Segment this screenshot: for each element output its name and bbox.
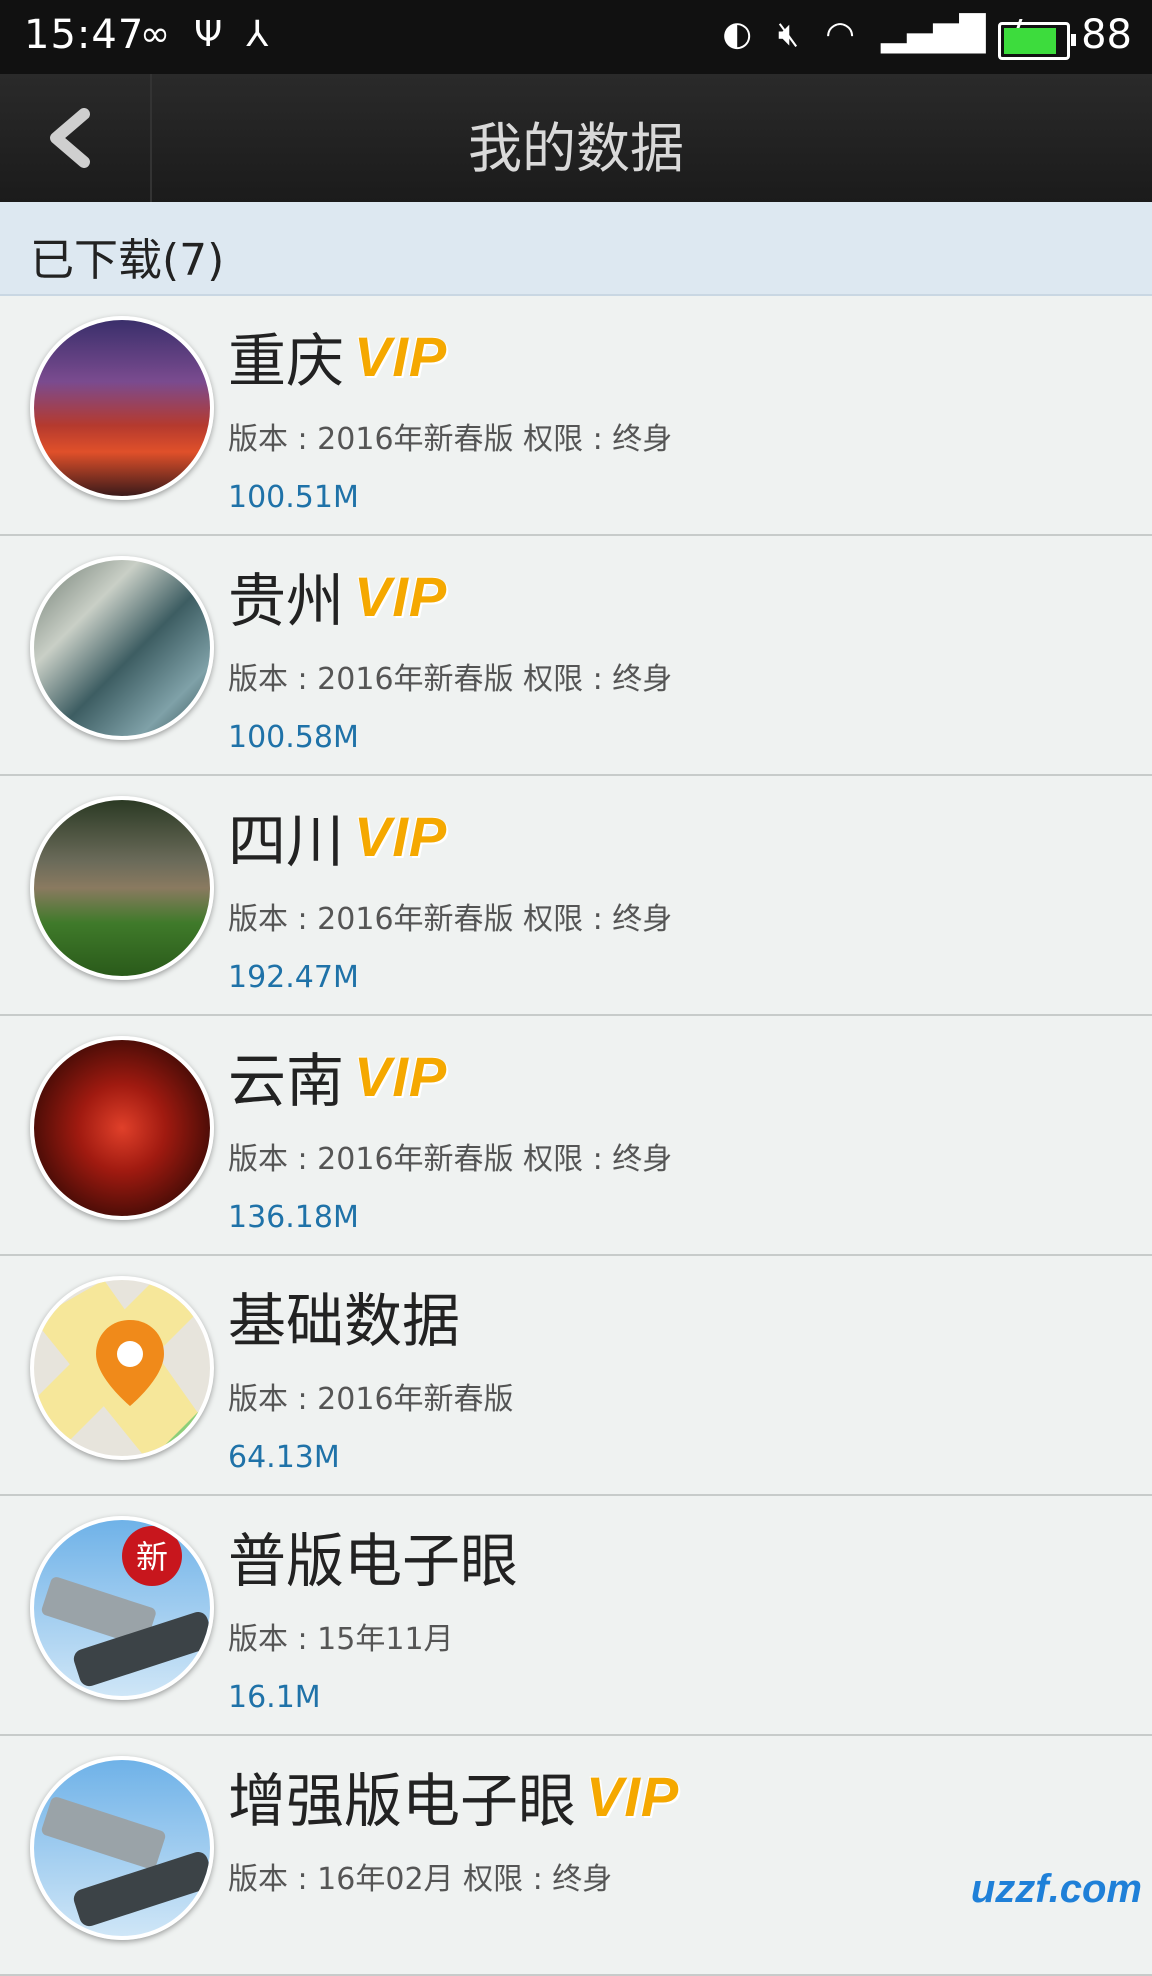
item-size: 136.18M xyxy=(228,1200,359,1235)
item-title: 四川 xyxy=(228,807,345,875)
item-title: 普版电子眼 xyxy=(228,1527,519,1595)
title-bar: 我的数据 xyxy=(0,74,1152,202)
item-meta: 版本 : 2016年新春版 权限 : 终身 xyxy=(228,1142,673,1177)
battery-level: 88 xyxy=(1081,12,1132,58)
list-item[interactable]: 新 普版电子眼 版本 : 15年11月 16.1M xyxy=(0,1496,1152,1736)
item-meta: 版本 : 2016年新春版 权限 : 终身 xyxy=(228,422,673,457)
list-item[interactable]: 四川 VIP 版本 : 2016年新春版 权限 : 终身 192.47M xyxy=(0,776,1152,1016)
list-item[interactable]: 贵州 VIP 版本 : 2016年新春版 权限 : 终身 100.58M xyxy=(0,536,1152,776)
item-title: 重庆 xyxy=(228,327,345,395)
watermark-logo: uzzf.com xyxy=(970,1867,1142,1911)
battery-icon xyxy=(998,22,1076,60)
thumbnail: 新 xyxy=(30,1516,214,1700)
infinity-icon: ∞ xyxy=(140,14,170,55)
item-meta: 版本 : 2016年新春版 权限 : 终身 xyxy=(228,902,673,937)
thumbnail xyxy=(30,1756,214,1940)
thumbnail xyxy=(30,1036,214,1220)
vip-badge: VIP xyxy=(354,564,448,628)
map-pin-icon xyxy=(34,1280,210,1456)
list-item[interactable]: 云南 VIP 版本 : 2016年新春版 权限 : 终身 136.18M xyxy=(0,1016,1152,1256)
item-size: 100.51M xyxy=(228,480,359,515)
item-title: 贵州 xyxy=(228,567,345,635)
new-badge: 新 xyxy=(136,1538,168,1576)
vip-badge: VIP xyxy=(354,1044,448,1108)
camera-icon: 新 xyxy=(41,1526,210,1687)
item-size: 192.47M xyxy=(228,960,359,995)
page-title: 我的数据 xyxy=(468,117,684,180)
vip-badge: VIP xyxy=(354,324,448,388)
thumbnail xyxy=(30,556,214,740)
downloaded-section-header: 已下载(7) xyxy=(0,202,1152,296)
wifi-icon: ◠ xyxy=(825,14,855,54)
thumbnail xyxy=(30,796,214,980)
status-time: 15:47 xyxy=(24,12,145,58)
item-title: 基础数据 xyxy=(228,1287,461,1355)
item-meta: 版本 : 16年02月 权限 : 终身 xyxy=(228,1862,613,1897)
section-label: 已下载(7) xyxy=(30,235,225,286)
item-size: 64.13M xyxy=(228,1440,340,1475)
item-title: 增强版电子眼 xyxy=(228,1767,577,1835)
mute-icon: 🔇︎ xyxy=(777,14,800,54)
vip-badge: VIP xyxy=(586,1764,680,1828)
item-size: 100.58M xyxy=(228,720,359,755)
rotate-lock-icon: ◐ xyxy=(722,14,752,54)
item-meta: 版本 : 15年11月 xyxy=(228,1622,454,1657)
data-list: 重庆 VIP 版本 : 2016年新春版 权限 : 终身 100.51M 贵州 VI… xyxy=(0,296,1152,1976)
item-meta: 版本 : 2016年新春版 xyxy=(228,1382,514,1417)
item-title: 云南 xyxy=(228,1047,345,1115)
usb-icon: Ψ xyxy=(194,14,223,55)
item-meta: 版本 : 2016年新春版 权限 : 终身 xyxy=(228,662,673,697)
item-size: 16.1M xyxy=(228,1680,321,1715)
share-icon: ⅄ xyxy=(246,14,269,55)
thumbnail xyxy=(30,1276,214,1460)
signal-icon: ▂▄▆█ xyxy=(880,14,986,54)
status-bar: 15:47 ∞ Ψ ⅄ ◐ 🔇︎ ◠ ▂▄▆█ ϟ 88 xyxy=(0,0,1152,74)
list-item[interactable]: 增强版电子眼 VIP 版本 : 16年02月 权限 : 终身 xyxy=(0,1736,1152,1976)
list-item[interactable]: 重庆 VIP 版本 : 2016年新春版 权限 : 终身 100.51M xyxy=(0,296,1152,536)
thumbnail xyxy=(30,316,214,500)
vip-badge: VIP xyxy=(354,804,448,868)
camera-icon xyxy=(41,1797,210,1927)
list-item[interactable]: 基础数据 版本 : 2016年新春版 64.13M xyxy=(0,1256,1152,1496)
